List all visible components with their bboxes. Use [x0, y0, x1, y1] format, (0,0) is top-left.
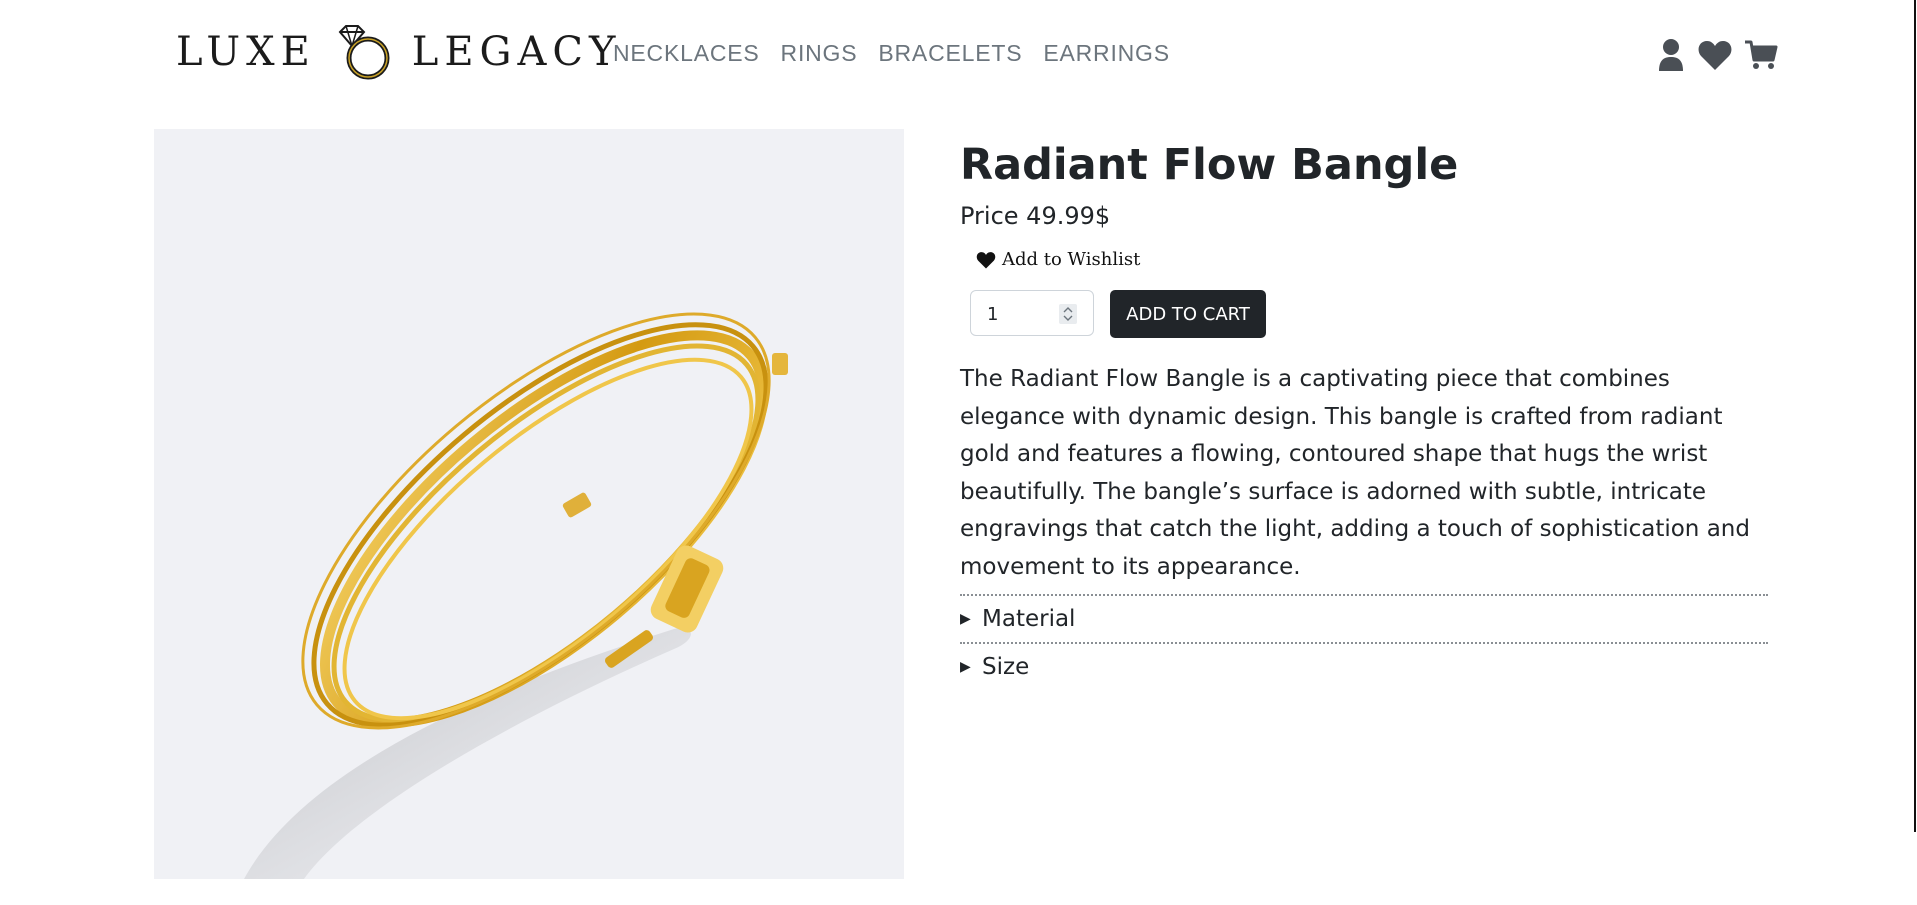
window-edge [1914, 0, 1916, 832]
diamond-ring-icon [332, 22, 396, 82]
accordion-material-label: Material [982, 606, 1076, 632]
product-image [154, 129, 904, 879]
product-description: The Radiant Flow Bangle is a captivating… [960, 366, 1750, 580]
wishlist-label: Add to Wishlist [1002, 249, 1141, 270]
nav-bracelets[interactable]: BRACELETS [878, 40, 1022, 67]
nav-rings[interactable]: RINGS [781, 40, 858, 67]
product-price: Price 49.99$ [960, 202, 1111, 230]
brand-logo[interactable]: LUXE LEGACY [176, 22, 621, 82]
add-to-cart-button[interactable]: ADD TO CART [1110, 290, 1266, 338]
product-title: Radiant Flow Bangle [960, 140, 1459, 190]
product-info: Radiant Flow Bangle [960, 134, 1766, 196]
quantity-stepper[interactable] [970, 290, 1094, 337]
triangle-right-icon: ▶ [960, 611, 971, 627]
cart-icon[interactable] [1744, 39, 1778, 71]
main-nav: NECKLACES RINGS BRACELETS EARRINGS [613, 40, 1170, 67]
logo-text-right: LEGACY [411, 29, 622, 75]
logo-text-left: LUXE [176, 29, 316, 75]
heart-icon[interactable] [1698, 39, 1732, 71]
header-actions [1656, 38, 1778, 72]
stepper-arrows-icon[interactable] [1059, 304, 1077, 324]
heart-icon [976, 251, 996, 269]
accordion-size[interactable]: ▶ Size [960, 642, 1768, 690]
user-icon[interactable] [1656, 38, 1686, 72]
triangle-right-icon: ▶ [960, 659, 971, 675]
accordion-size-label: Size [982, 654, 1030, 680]
nav-earrings[interactable]: EARRINGS [1043, 40, 1170, 67]
add-to-wishlist-link[interactable]: Add to Wishlist [976, 249, 1140, 270]
accordion-material[interactable]: ▶ Material [960, 594, 1768, 642]
nav-necklaces[interactable]: NECKLACES [613, 40, 760, 67]
